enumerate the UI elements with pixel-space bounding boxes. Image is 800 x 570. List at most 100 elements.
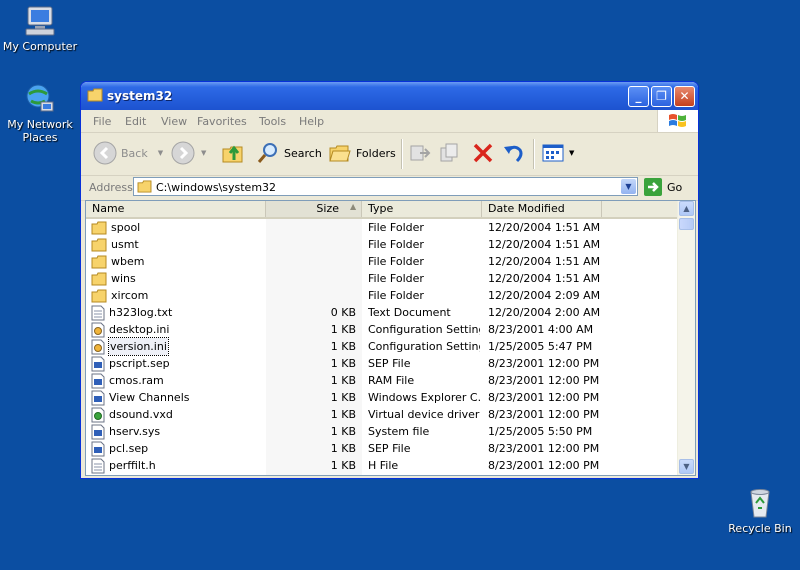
title-bar[interactable]: system32 _ ❐ ✕ [81,82,698,110]
file-name-cell: perffilt.h [91,457,156,474]
views-button[interactable]: ▼ [541,138,574,168]
scroll-thumb[interactable] [679,218,694,230]
file-type: Configuration Settings [368,340,480,353]
file-name: desktop.ini [109,323,170,336]
file-row[interactable]: usmt File Folder 12/20/2004 1:51 AM [86,236,679,253]
file-date-modified: 12/20/2004 1:51 AM [488,238,601,251]
explorer-window: system32 _ ❐ ✕ File Edit View Favorites … [80,81,699,479]
desktop-icon-my-computer[interactable]: My Computer [0,4,80,53]
file-name: h323log.txt [109,306,173,319]
file-list[interactable]: Name Size ▲ Type Date Modified spool File… [85,200,696,476]
file-type: File Folder [368,272,424,285]
file-date-modified: 12/20/2004 2:09 AM [488,289,601,302]
copy-to-button[interactable] [438,138,462,168]
forward-dropdown-icon[interactable]: ▼ [201,149,206,157]
desktop-icon-network-places[interactable]: My Network Places [0,82,80,144]
views-icon [542,144,564,162]
system-file-icon [91,373,105,389]
file-name: pscript.sep [109,357,170,370]
search-icon [257,143,277,163]
column-name[interactable]: Name [86,201,266,217]
vertical-scrollbar[interactable]: ▲ ▼ [677,201,695,475]
menu-view[interactable]: View [161,115,187,128]
file-name: pcl.sep [109,442,149,455]
file-date-modified: 1/25/2005 5:47 PM [488,340,593,353]
file-name: perffilt.h [109,459,156,472]
file-size: 1 KB [330,425,356,438]
file-name-cell: h323log.txt [91,304,172,321]
address-dropdown-button[interactable]: ▼ [621,179,636,194]
file-row[interactable]: hserv.sys 1 KB System file 1/25/2005 5:50 P… [86,423,679,440]
menu-tools[interactable]: Tools [259,115,286,128]
file-row[interactable]: xircom File Folder 12/20/2004 2:09 AM [86,287,679,304]
forward-button[interactable]: ▼ [171,138,206,168]
file-row[interactable]: h323log.txt 0 KB Text Document 12/20/2004 2… [86,304,679,321]
file-size: 1 KB [330,459,356,472]
folder-icon [91,221,107,235]
undo-button[interactable] [502,138,526,168]
desktop-icon-label: My Computer [2,40,78,53]
file-row[interactable]: pcl.sep 1 KB SEP File 8/23/2001 12:00 PM [86,440,679,457]
go-button[interactable]: Go [644,178,682,196]
file-size: 0 KB [330,306,356,319]
file-name-cell: cmos.ram [91,372,164,389]
close-button[interactable]: ✕ [674,86,695,107]
delete-button[interactable] [471,138,495,168]
file-name: cmos.ram [109,374,164,387]
menu-help[interactable]: Help [299,115,324,128]
desktop-icon-recycle-bin[interactable]: Recycle Bin [720,486,800,535]
back-dropdown-icon[interactable]: ▼ [158,149,163,157]
menu-file[interactable]: File [93,115,111,128]
up-folder-button[interactable] [221,138,245,168]
file-row[interactable]: pscript.sep 1 KB SEP File 8/23/2001 12:00 P… [86,355,679,372]
views-dropdown-icon[interactable]: ▼ [569,149,574,157]
folders-icon [329,145,351,162]
file-type: Text Document [368,306,451,319]
column-type[interactable]: Type [362,201,482,217]
file-name: spool [111,221,141,234]
file-type: SEP File [368,442,411,455]
desktop-icon-label: My Network Places [7,118,73,144]
file-row[interactable]: spool File Folder 12/20/2004 1:51 AM [86,219,679,236]
text-file-icon [91,305,105,321]
search-button[interactable]: Search [256,138,322,168]
column-header: Name Size ▲ Type Date Modified [86,201,679,219]
file-name-cell: hserv.sys [91,423,160,440]
column-date-modified[interactable]: Date Modified [482,201,602,217]
file-row[interactable]: wbem File Folder 12/20/2004 1:51 AM [86,253,679,270]
folder-icon [91,238,107,252]
column-size[interactable]: Size [266,201,362,217]
menu-favorites[interactable]: Favorites [197,115,247,128]
file-row[interactable]: wins File Folder 12/20/2004 1:51 AM [86,270,679,287]
file-size: 1 KB [330,357,356,370]
file-name-cell: usmt [91,236,139,253]
file-row[interactable]: dsound.vxd 1 KB Virtual device driver 8/23/… [86,406,679,423]
file-row[interactable]: View Channels 1 KB Windows Explorer C... 8/… [86,389,679,406]
my-computer-icon [25,6,55,36]
folders-button[interactable]: Folders [328,138,396,168]
menu-edit[interactable]: Edit [125,115,146,128]
back-arrow-icon [93,141,117,165]
maximize-button[interactable]: ❐ [651,86,672,107]
file-row[interactable]: version.ini 1 KB Configuration Settings 1/2… [86,337,679,356]
file-name-cell: desktop.ini [91,321,169,338]
file-size: 1 KB [330,442,356,455]
file-name: View Channels [109,391,190,404]
file-row[interactable]: cmos.ram 1 KB RAM File 8/23/2001 12:00 PM [86,372,679,389]
network-places-icon [26,84,54,112]
folder-icon [91,272,107,286]
scroll-up-button[interactable]: ▲ [679,201,694,216]
move-to-button[interactable] [408,138,432,168]
file-row[interactable]: desktop.ini 1 KB Configuration Settings 8/2… [86,321,679,338]
scroll-down-button[interactable]: ▼ [679,459,694,474]
file-row[interactable]: perffilt.h 1 KB H File 8/23/2001 12:00 PM [86,457,679,474]
address-bar: Address C:\windows\system32 ▼ Go [81,176,698,201]
back-button[interactable]: Back ▼ [93,138,163,168]
file-size: 1 KB [330,340,356,353]
file-name: wins [111,272,136,285]
minimize-button[interactable]: _ [628,86,649,107]
file-size: 1 KB [330,374,356,387]
file-name: version.ini [108,337,169,356]
folder-icon [87,88,103,102]
address-input[interactable]: C:\windows\system32 ▼ [133,177,638,196]
